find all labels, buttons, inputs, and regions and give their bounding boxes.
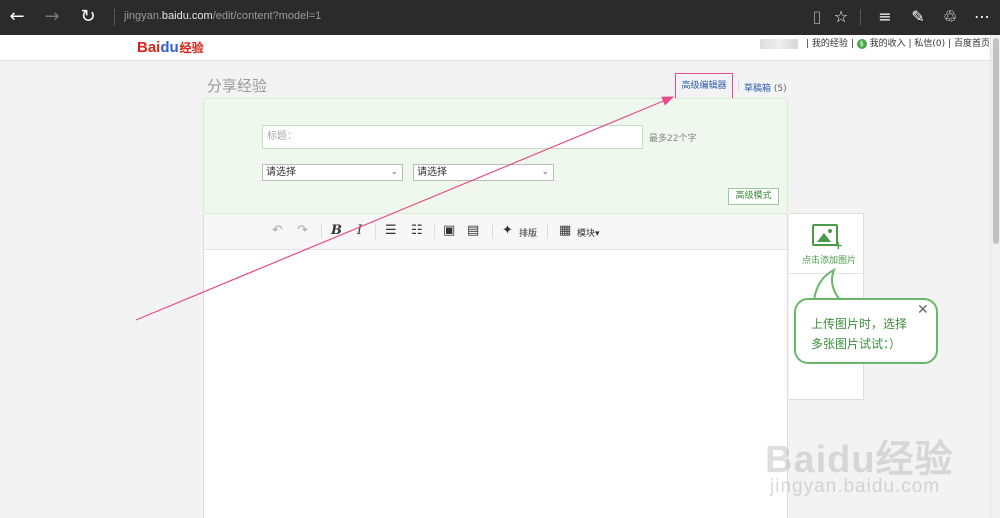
add-image-label[interactable]: 点击添加图片 — [802, 253, 856, 266]
magic-wand-icon[interactable]: ✦ — [502, 222, 513, 240]
chevron-down-icon: ⌄ — [541, 167, 549, 177]
toolbar-separator — [547, 223, 548, 239]
insert-video-icon[interactable]: ▤ — [467, 222, 479, 240]
messages-link[interactable]: 私信(0) — [914, 39, 945, 49]
title-input[interactable]: 标题： — [262, 125, 643, 149]
baidu-jingyan-logo[interactable]: Baidu经验 — [137, 39, 204, 56]
watermark-logo: Baidu经验 — [765, 439, 954, 481]
page-title: 分享经验 — [207, 77, 268, 95]
advanced-mode-button[interactable]: 高级模式 — [728, 188, 779, 205]
watermark-url: jingyan.baidu.com — [770, 476, 941, 497]
browser-toolbar: ← → ↻ jingyan.baidu.com/edit/content?mod… — [0, 0, 1000, 35]
insert-image-icon[interactable]: ▣ — [443, 222, 455, 240]
bold-icon[interactable]: B — [331, 222, 342, 240]
module-dropdown[interactable]: 模块▾ — [577, 226, 600, 239]
ordered-list-icon[interactable]: ☰ — [385, 222, 397, 240]
scrollbar-thumb[interactable] — [993, 38, 999, 244]
toolbar-divider — [114, 9, 115, 26]
address-bar[interactable]: jingyan.baidu.com/edit/content?model=1 — [124, 10, 321, 22]
category-select-2[interactable]: 请选择 ⌄ — [413, 164, 554, 181]
refresh-icon[interactable]: ↻ — [77, 7, 99, 27]
web-note-icon[interactable]: ✎ — [907, 7, 929, 27]
toolbar-separator — [375, 223, 376, 239]
favorite-star-icon[interactable]: ☆ — [830, 7, 852, 27]
upload-tip-text: 上传图片时，选择 多张图片试试：） — [811, 317, 908, 351]
add-image-icon[interactable]: + — [812, 224, 843, 251]
forward-arrow-icon[interactable]: → — [41, 7, 63, 27]
content-editor-area[interactable] — [203, 214, 788, 518]
toolbar-separator — [321, 223, 322, 239]
baidu-home-link[interactable]: 百度首页 — [954, 39, 990, 49]
bubble-tail — [813, 268, 841, 301]
share-icon[interactable]: ♲ — [939, 7, 961, 27]
toolbar-divider — [860, 9, 861, 26]
title-limit-hint: 最多22个字 — [649, 134, 697, 144]
drafts-link[interactable]: 草稿箱 (5) — [744, 81, 787, 94]
italic-icon[interactable]: I — [357, 222, 362, 240]
divider: | — [737, 81, 741, 91]
chevron-down-icon: ⌄ — [390, 167, 398, 177]
back-arrow-icon[interactable]: ← — [6, 7, 28, 27]
coin-icon: $ — [856, 38, 867, 49]
more-icon[interactable]: ⋯ — [971, 7, 993, 27]
page-scrollbar[interactable] — [990, 35, 1000, 518]
article-meta-panel — [203, 98, 788, 214]
user-links: | 我的经验 | $ 我的收入 | 私信(0) | 百度首页 — [760, 38, 990, 50]
toolbar-separator — [434, 223, 435, 239]
my-income-link[interactable]: 我的收入 — [870, 39, 906, 49]
unordered-list-icon[interactable]: ☷ — [411, 222, 423, 240]
undo-icon[interactable]: ↶ — [272, 222, 283, 240]
my-jingyan-link[interactable]: 我的经验 — [812, 39, 848, 49]
layout-button[interactable]: 排版 — [519, 226, 537, 239]
close-icon[interactable]: ✕ — [917, 303, 929, 317]
hub-icon[interactable]: ≡ — [874, 7, 896, 27]
drafts-count: (5) — [773, 84, 787, 94]
category-select-1[interactable]: 请选择 ⌄ — [262, 164, 403, 181]
editor-toolbar — [203, 214, 788, 250]
advanced-editor-link[interactable]: 高级编辑器 — [675, 73, 733, 99]
reading-view-icon[interactable]: ▯ — [806, 7, 828, 27]
redo-icon[interactable]: ↷ — [297, 222, 308, 240]
module-icon[interactable]: ▦ — [559, 222, 571, 240]
toolbar-separator — [492, 223, 493, 239]
username-blurred — [760, 38, 798, 49]
